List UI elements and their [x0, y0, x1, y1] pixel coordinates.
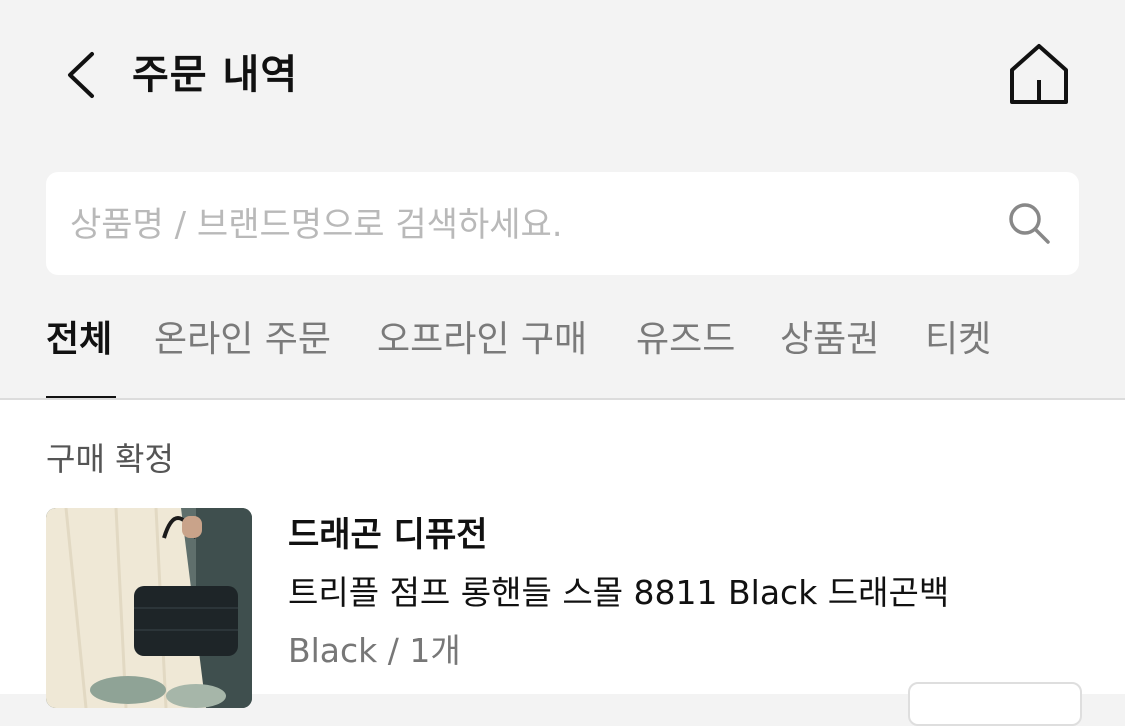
order-status-label: 구매 확정 [46, 440, 174, 478]
order-filter-tabs: 전체 온라인 주문 오프라인 구매 유즈드 상품권 티켓 [0, 300, 1125, 400]
back-button[interactable] [58, 48, 106, 102]
tab-all[interactable]: 전체 [46, 312, 112, 368]
tab-used[interactable]: 유즈드 [636, 312, 735, 368]
tab-online-order[interactable]: 온라인 주문 [154, 312, 331, 368]
order-list: 구매 확정 드래곤 디퓨전 트리플 점프 롱핸들 스몰 8811 Black 드… [0, 400, 1125, 726]
product-name[interactable]: 트리플 점프 롱핸들 스몰 8811 Black 드래곤백 [288, 568, 949, 618]
product-thumbnail[interactable] [46, 508, 252, 708]
home-button[interactable] [1004, 40, 1074, 110]
order-action-button[interactable] [908, 682, 1082, 726]
search-input[interactable] [68, 172, 972, 277]
product-image [46, 508, 252, 708]
search-bar [46, 172, 1079, 277]
tab-ticket[interactable]: 티켓 [925, 312, 991, 368]
chevron-left-icon [68, 52, 94, 98]
tab-gift-card[interactable]: 상품권 [780, 312, 879, 368]
product-brand[interactable]: 드래곤 디퓨전 [288, 510, 488, 560]
top-app-bar: 주문 내역 [0, 0, 1125, 150]
home-icon [1010, 44, 1068, 104]
page-title: 주문 내역 [132, 52, 299, 98]
search-icon [1009, 203, 1050, 244]
tab-offline-purchase[interactable]: 오프라인 구매 [377, 312, 587, 368]
product-option: Black / 1개 [288, 631, 461, 670]
search-button[interactable] [1006, 200, 1052, 246]
